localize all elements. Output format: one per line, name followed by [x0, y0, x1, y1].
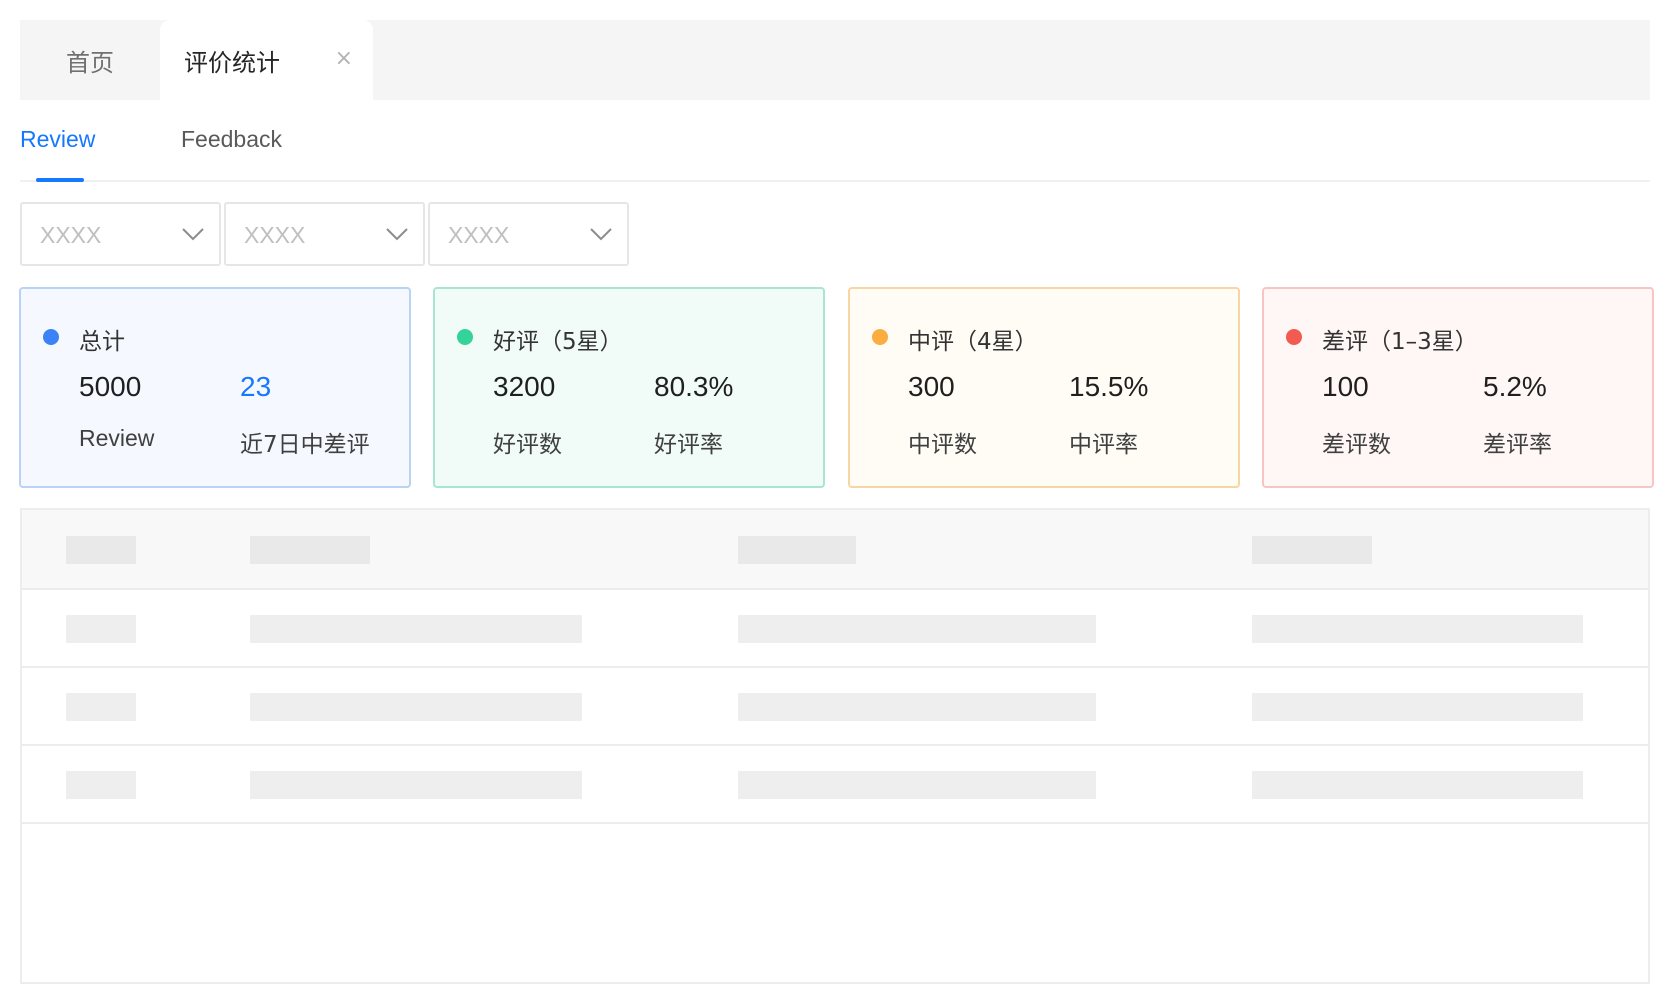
page-tab-bar: 首页 评价统计 × — [20, 20, 1650, 100]
card-value-primary: 300 — [908, 371, 955, 402]
skeleton-cell — [250, 615, 582, 643]
card-label-secondary: 中评率 — [1069, 432, 1138, 458]
skeleton-cell — [66, 771, 136, 799]
page: 首页 评价统计 × Review Feedback XXXX XXXX XXXX — [0, 0, 1664, 1000]
page-tab-label: 首页 — [66, 48, 114, 77]
tab-review[interactable]: Review — [20, 126, 95, 153]
stat-card-total: 总计 5000 23 Review 近7日中差评 — [19, 287, 411, 488]
stat-card-good: 好评（5星） 3200 80.3% 好评数 好评率 — [433, 287, 825, 488]
skeleton-cell — [738, 536, 856, 564]
review-table-skeleton — [20, 508, 1650, 984]
filter-value: XXXX — [244, 222, 306, 248]
table-row — [22, 668, 1648, 746]
active-tab-indicator — [36, 178, 84, 182]
filter-select-2[interactable]: XXXX — [224, 202, 425, 266]
status-dot — [1286, 329, 1302, 345]
filter-select-1[interactable]: XXXX — [20, 202, 221, 266]
status-dot — [872, 329, 888, 345]
table-row — [22, 746, 1648, 824]
card-value-primary: 5000 — [79, 371, 142, 402]
stat-card-bad: 差评（1–3星） 100 5.2% 差评数 差评率 — [1262, 287, 1654, 488]
skeleton-cell — [738, 693, 1096, 721]
skeleton-cell — [1252, 536, 1372, 564]
chevron-down-icon — [182, 228, 204, 241]
card-label-primary: 中评数 — [908, 432, 977, 458]
filter-value: XXXX — [40, 222, 102, 248]
chevron-down-icon — [386, 228, 408, 241]
skeleton-cell — [66, 536, 136, 564]
sub-tab-bar: Review Feedback — [20, 120, 1650, 182]
skeleton-cell — [66, 615, 136, 643]
page-tab-label: 评价统计 — [184, 48, 280, 77]
card-value-primary: 3200 — [493, 371, 556, 402]
card-value-primary: 100 — [1322, 371, 1369, 402]
filter-value: XXXX — [448, 222, 510, 248]
stat-card-medium: 中评（4星） 300 15.5% 中评数 中评率 — [848, 287, 1240, 488]
card-label-primary: 好评数 — [493, 432, 562, 458]
card-title: 差评（1–3星） — [1322, 329, 1478, 355]
card-label-primary: Review — [79, 425, 155, 451]
skeleton-cell — [250, 693, 582, 721]
skeleton-cell — [1252, 771, 1583, 799]
card-title: 好评（5星） — [493, 329, 623, 355]
skeleton-cell — [738, 615, 1096, 643]
card-title: 总计 — [79, 329, 125, 355]
card-value-secondary-link[interactable]: 23 — [240, 371, 271, 403]
tab-feedback[interactable]: Feedback — [181, 126, 282, 153]
skeleton-cell — [250, 771, 582, 799]
card-label-primary: 差评数 — [1322, 432, 1391, 458]
card-value-secondary: 15.5% — [1069, 371, 1149, 402]
skeleton-cell — [1252, 693, 1583, 721]
page-tab-home[interactable]: 首页 — [20, 20, 160, 100]
card-label-secondary: 近7日中差评 — [240, 432, 370, 458]
skeleton-cell — [250, 536, 370, 564]
status-dot — [457, 329, 473, 345]
chevron-down-icon — [590, 228, 612, 241]
filter-select-3[interactable]: XXXX — [428, 202, 629, 266]
skeleton-cell — [1252, 615, 1583, 643]
status-dot — [43, 329, 59, 345]
card-value-secondary: 80.3% — [654, 371, 734, 402]
card-label-secondary: 差评率 — [1483, 432, 1552, 458]
card-value-secondary: 5.2% — [1483, 371, 1547, 402]
page-tab-review-stats[interactable]: 评价统计 × — [160, 20, 373, 100]
table-row — [22, 590, 1648, 668]
close-icon[interactable]: × — [335, 48, 353, 70]
card-title: 中评（4星） — [908, 329, 1038, 355]
card-label-secondary: 好评率 — [654, 432, 723, 458]
skeleton-cell — [66, 693, 136, 721]
table-header — [22, 510, 1648, 590]
skeleton-cell — [738, 771, 1096, 799]
